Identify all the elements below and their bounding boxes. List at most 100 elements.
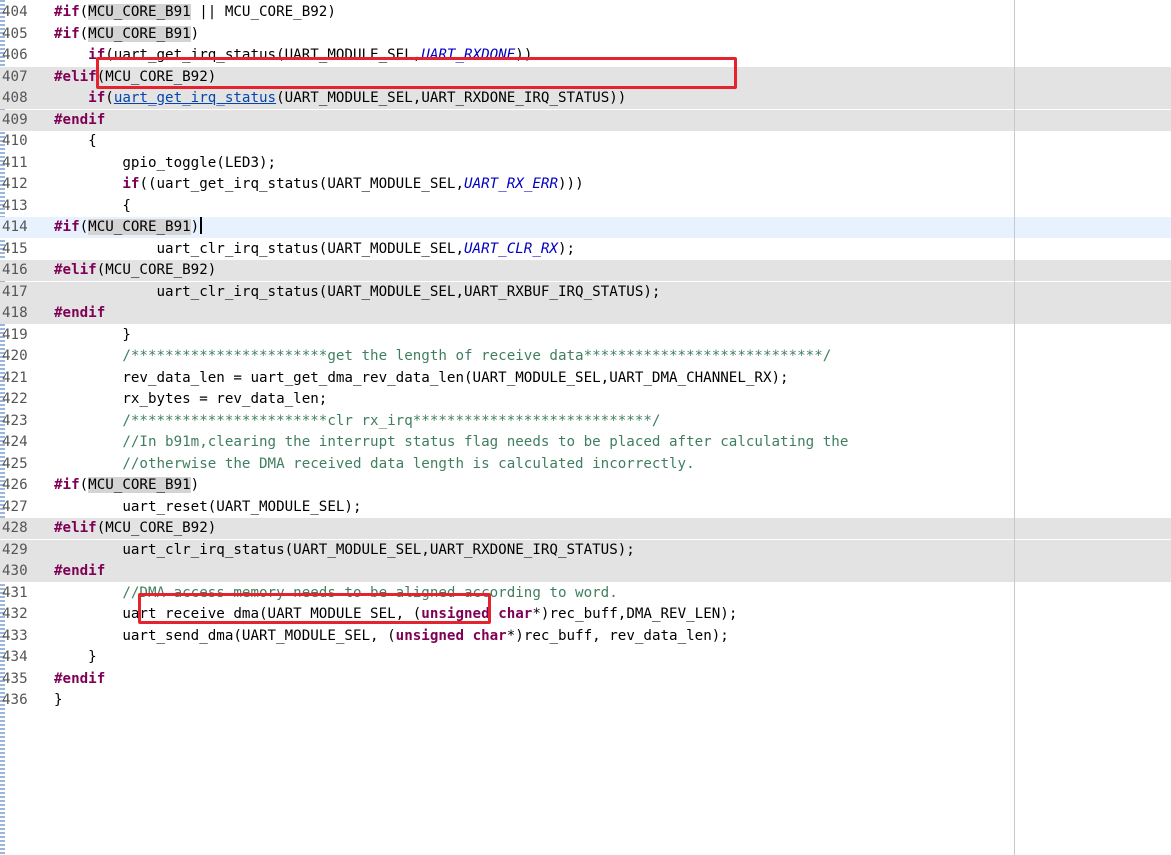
line-number: 436 (2, 692, 28, 708)
code-token: unsigned (395, 627, 465, 644)
code-text: uart_clr_irq_status(UART_MODULE_SEL,UART… (54, 282, 660, 303)
code-text: #endif (54, 110, 105, 131)
code-line[interactable]: 423 /***********************clr rx_irq**… (0, 411, 1171, 432)
code-token: if (122, 176, 140, 192)
code-line[interactable]: 410 { (0, 131, 1171, 152)
code-line[interactable]: 424 //In b91m,clearing the interrupt sta… (0, 432, 1171, 453)
code-token: } (54, 649, 97, 665)
print-margin-line (1014, 0, 1015, 855)
code-line[interactable]: 420 /***********************get the leng… (0, 346, 1171, 367)
code-text: if(uart_get_irq_status(UART_MODULE_SEL,U… (54, 88, 626, 109)
code-token: ( (79, 219, 89, 235)
line-number: 432 (2, 606, 28, 622)
code-token: || (190, 4, 225, 20)
line-number: 418 (2, 305, 28, 321)
code-token: #elif (54, 520, 97, 536)
code-text: #elif(MCU_CORE_B92) (54, 518, 216, 539)
code-text: uart_reset(UART_MODULE_SEL); (54, 497, 361, 518)
code-text: } (54, 647, 97, 668)
code-text: uart_clr_irq_status(UART_MODULE_SEL,UART… (54, 540, 635, 561)
code-text: #endif (54, 561, 105, 582)
code-text: { (54, 196, 131, 217)
code-editor[interactable]: 404 #if(MCU_CORE_B91 || MCU_CORE_B92) 405 #… (0, 0, 1171, 855)
code-line[interactable]: 417 uart_clr_irq_status(UART_MODULE_SEL,… (0, 281, 1171, 303)
code-line[interactable]: 434 } (0, 647, 1171, 668)
code-text: uart_send_dma(UART_MODULE_SEL, (unsigned… (54, 626, 729, 647)
code-line[interactable]: 427 uart_reset(UART_MODULE_SEL); (0, 497, 1171, 518)
code-line[interactable]: 435 #endif (0, 669, 1171, 690)
code-line[interactable]: 433 uart_send_dma(UART_MODULE_SEL, (unsi… (0, 626, 1171, 647)
code-line[interactable]: 429 uart_clr_irq_status(UART_MODULE_SEL,… (0, 539, 1171, 561)
line-number: 413 (2, 197, 28, 214)
line-number: 427 (2, 498, 28, 515)
code-token: uart_get_irq_status (113, 90, 277, 106)
line-number: 407 (2, 68, 28, 85)
code-text: /***********************clr rx_irq******… (54, 411, 660, 432)
code-line[interactable]: 422 rx_bytes = rev_data_len; (0, 389, 1171, 410)
code-token: { (54, 197, 131, 214)
code-text: /***********************get the length o… (54, 346, 831, 367)
code-token: } (54, 692, 63, 708)
code-token: MCU_CORE_B91 (88, 4, 191, 20)
code-text: //otherwise the DMA received data length… (54, 454, 694, 475)
code-token: ) (190, 219, 200, 235)
code-text: } (54, 690, 63, 711)
code-token: #endif (54, 563, 106, 579)
code-line[interactable]: 415 uart_clr_irq_status(UART_MODULE_SEL,… (0, 239, 1171, 260)
line-number: 425 (2, 455, 28, 472)
code-token: ((uart_get_irq_status(UART_MODULE_SEL, (139, 176, 465, 192)
code-text: gpio_toggle(LED3); (54, 153, 276, 174)
code-token: rx_bytes = rev_data_len; (54, 391, 328, 407)
code-line[interactable]: 409 #endif (0, 109, 1171, 131)
code-text: #endif (54, 669, 105, 690)
code-text: #if(MCU_CORE_B91) (54, 475, 199, 496)
code-text: { (54, 131, 97, 152)
code-text: #if(MCU_CORE_B91 || MCU_CORE_B92) (54, 2, 336, 23)
code-line[interactable]: 421 rev_data_len = uart_get_dma_rev_data… (0, 368, 1171, 389)
code-token: char (498, 606, 533, 622)
code-token: MCU_CORE_B91 (88, 477, 191, 493)
code-token: ) (190, 477, 200, 493)
line-number: 414 (2, 219, 28, 235)
code-token: ) (327, 4, 336, 20)
highlight-box-uart-rxdone (96, 57, 737, 89)
code-token: *)rec_buff,DMA_REV_LEN); (532, 606, 738, 622)
code-line[interactable]: 425 //otherwise the DMA received data le… (0, 454, 1171, 475)
code-line[interactable]: 430 #endif (0, 561, 1171, 582)
line-number: 419 (2, 326, 28, 343)
code-line[interactable]: 412 if((uart_get_irq_status(UART_MODULE_… (0, 174, 1171, 195)
code-line[interactable]: 428 #elif(MCU_CORE_B92) (0, 518, 1171, 539)
code-token: ) (190, 25, 200, 42)
code-line[interactable]: 416 #elif(MCU_CORE_B92) (0, 260, 1171, 281)
code-token: uart_send_dma(UART_MODULE_SEL, ( (54, 627, 396, 644)
code-text: } (54, 325, 131, 346)
code-token: /***********************clr rx_irq******… (54, 412, 661, 429)
code-line[interactable]: 426 #if(MCU_CORE_B91) (0, 475, 1171, 496)
code-line[interactable]: 405 #if(MCU_CORE_B91) (0, 24, 1171, 45)
code-line[interactable]: 413 { (0, 196, 1171, 217)
highlight-box-uart-reset (138, 593, 491, 624)
code-token: (MCU_CORE_B92) (96, 520, 217, 536)
code-line[interactable]: 404 #if(MCU_CORE_B91 || MCU_CORE_B92) (0, 2, 1171, 23)
code-line[interactable]: 411 gpio_toggle(LED3); (0, 153, 1171, 174)
code-line[interactable]: 418 #endif (0, 303, 1171, 324)
code-line[interactable]: 436} (0, 690, 1171, 711)
code-token: MCU_CORE_B91 (88, 25, 191, 42)
code-line[interactable]: 408 if(uart_get_irq_status(UART_MODULE_S… (0, 88, 1171, 109)
code-token: UART_RX_ERR (464, 176, 558, 192)
code-token: ))) (558, 176, 584, 192)
code-token: #elif (54, 68, 97, 85)
code-text: #elif(MCU_CORE_B92) (54, 260, 216, 281)
code-token: MCU_CORE_B92 (224, 4, 328, 20)
code-line[interactable]: 414 #if(MCU_CORE_B91) (0, 217, 1171, 238)
line-number: 434 (2, 649, 28, 665)
line-number: 421 (2, 369, 28, 386)
code-line[interactable]: 419 } (0, 325, 1171, 346)
code-token: ( (79, 25, 89, 42)
code-token: UART_CLR_RX (464, 240, 558, 257)
code-text: rx_bytes = rev_data_len; (54, 389, 327, 410)
code-text: #if(MCU_CORE_B91) (54, 24, 199, 45)
